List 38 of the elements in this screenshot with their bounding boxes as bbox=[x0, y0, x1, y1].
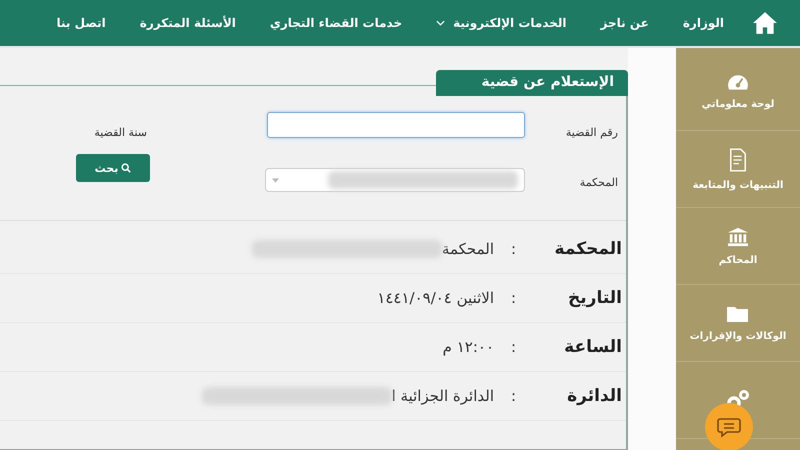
detail-label: الدائرة bbox=[566, 386, 623, 406]
detail-colon: : bbox=[510, 289, 516, 307]
detail-value: المحكمة bbox=[442, 240, 494, 258]
chat-bubble-icon bbox=[717, 416, 741, 438]
field-label: رقم القضية bbox=[564, 126, 619, 138]
detail-label: الساعة bbox=[563, 337, 623, 357]
detail-colon: : bbox=[510, 240, 516, 258]
search-button[interactable]: بحث bbox=[76, 154, 150, 182]
panel-title: الإستعلام عن قضية bbox=[436, 70, 628, 96]
nav-link[interactable]: عن ناجز bbox=[600, 16, 649, 30]
sidebar-label: الوكالات والإقرارات bbox=[690, 330, 786, 342]
bank-icon bbox=[727, 226, 749, 246]
case-number-field[interactable] bbox=[267, 112, 525, 138]
search-icon bbox=[121, 163, 132, 173]
home-icon[interactable] bbox=[752, 11, 778, 35]
detail-label: المحكمة bbox=[554, 239, 623, 259]
folder-icon bbox=[726, 304, 750, 322]
nav-link[interactable]: اتصل بنا bbox=[56, 16, 106, 30]
gauge-icon bbox=[727, 74, 749, 91]
detail-value: ١٢:٠٠ م bbox=[442, 338, 494, 356]
detail-value: الاثنين ١٤٤١/٠٩/٠٤ bbox=[377, 289, 494, 307]
chevron-down-icon bbox=[436, 20, 446, 26]
nav-link[interactable]: الخدمات الإلكترونية bbox=[436, 16, 567, 30]
sidebar-label: المحاكم bbox=[718, 254, 758, 266]
nav-link[interactable]: الوزارة bbox=[682, 16, 724, 30]
field-label: المحكمة bbox=[578, 176, 619, 189]
nav-link[interactable]: الأسئلة المتكررة bbox=[140, 16, 236, 30]
document-icon bbox=[729, 148, 747, 172]
detail-label: التاريخ bbox=[567, 288, 623, 308]
detail-colon: : bbox=[510, 387, 516, 405]
sidebar-label: التنبيهات والمتابعة bbox=[692, 180, 784, 190]
detail-value: الدائرة الجزائية ا bbox=[392, 387, 494, 405]
caret-icon bbox=[272, 178, 279, 182]
field-label: سنة القضية bbox=[94, 126, 147, 138]
court-select[interactable] bbox=[265, 168, 525, 192]
sidebar-label: لوحة معلوماتي bbox=[702, 99, 774, 110]
detail-colon: : bbox=[510, 338, 516, 356]
nav-link[interactable]: خدمات القضاء التجاري bbox=[270, 16, 402, 30]
